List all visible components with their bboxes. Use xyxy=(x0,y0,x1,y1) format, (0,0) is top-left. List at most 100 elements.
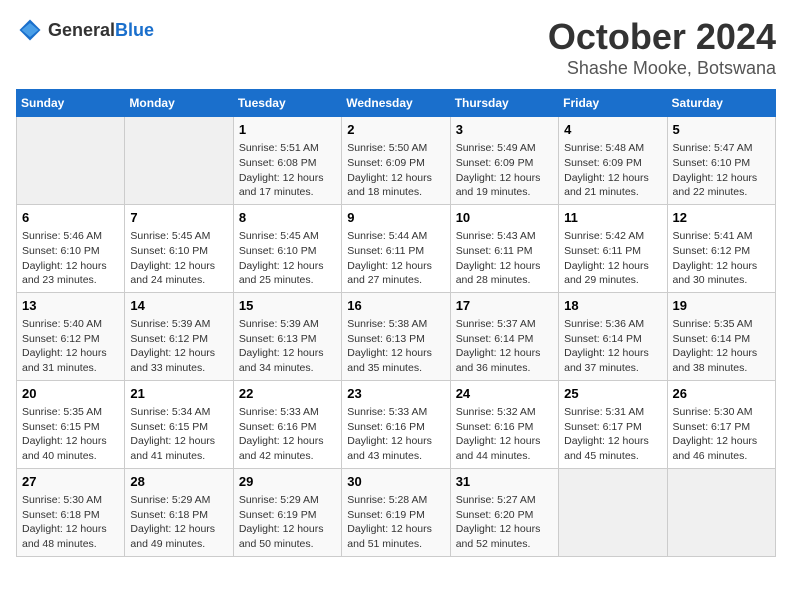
day-info: Sunrise: 5:30 AM Sunset: 6:17 PM Dayligh… xyxy=(673,405,770,464)
day-info: Sunrise: 5:31 AM Sunset: 6:17 PM Dayligh… xyxy=(564,405,661,464)
calendar-cell: 29 Sunrise: 5:29 AM Sunset: 6:19 PM Dayl… xyxy=(233,468,341,556)
day-number: 2 xyxy=(347,121,444,139)
calendar-cell: 25 Sunrise: 5:31 AM Sunset: 6:17 PM Dayl… xyxy=(559,380,667,468)
sunset-text: Sunset: 6:13 PM xyxy=(347,332,444,347)
calendar-cell: 21 Sunrise: 5:34 AM Sunset: 6:15 PM Dayl… xyxy=(125,380,233,468)
day-number: 14 xyxy=(130,297,227,315)
calendar-cell: 10 Sunrise: 5:43 AM Sunset: 6:11 PM Dayl… xyxy=(450,204,558,292)
sunrise-text: Sunrise: 5:30 AM xyxy=(673,405,770,420)
sunrise-text: Sunrise: 5:46 AM xyxy=(22,229,119,244)
day-number: 23 xyxy=(347,385,444,403)
sunset-text: Sunset: 6:17 PM xyxy=(564,420,661,435)
day-info: Sunrise: 5:50 AM Sunset: 6:09 PM Dayligh… xyxy=(347,141,444,200)
daylight-text: Daylight: 12 hours and 50 minutes. xyxy=(239,522,336,551)
day-info: Sunrise: 5:43 AM Sunset: 6:11 PM Dayligh… xyxy=(456,229,553,288)
calendar-cell xyxy=(667,468,775,556)
sunrise-text: Sunrise: 5:50 AM xyxy=(347,141,444,156)
day-info: Sunrise: 5:39 AM Sunset: 6:12 PM Dayligh… xyxy=(130,317,227,376)
sunset-text: Sunset: 6:11 PM xyxy=(456,244,553,259)
day-number: 6 xyxy=(22,209,119,227)
calendar-cell: 6 Sunrise: 5:46 AM Sunset: 6:10 PM Dayli… xyxy=(17,204,125,292)
sunrise-text: Sunrise: 5:36 AM xyxy=(564,317,661,332)
day-number: 24 xyxy=(456,385,553,403)
sunset-text: Sunset: 6:08 PM xyxy=(239,156,336,171)
day-number: 10 xyxy=(456,209,553,227)
logo: GeneralBlue xyxy=(16,16,154,44)
sunrise-text: Sunrise: 5:39 AM xyxy=(239,317,336,332)
day-info: Sunrise: 5:39 AM Sunset: 6:13 PM Dayligh… xyxy=(239,317,336,376)
day-info: Sunrise: 5:34 AM Sunset: 6:15 PM Dayligh… xyxy=(130,405,227,464)
sunrise-text: Sunrise: 5:29 AM xyxy=(239,493,336,508)
sunrise-text: Sunrise: 5:32 AM xyxy=(456,405,553,420)
sunset-text: Sunset: 6:16 PM xyxy=(456,420,553,435)
daylight-text: Daylight: 12 hours and 28 minutes. xyxy=(456,259,553,288)
day-info: Sunrise: 5:47 AM Sunset: 6:10 PM Dayligh… xyxy=(673,141,770,200)
day-number: 22 xyxy=(239,385,336,403)
calendar-cell xyxy=(125,117,233,205)
sunrise-text: Sunrise: 5:33 AM xyxy=(239,405,336,420)
sunset-text: Sunset: 6:09 PM xyxy=(456,156,553,171)
day-info: Sunrise: 5:49 AM Sunset: 6:09 PM Dayligh… xyxy=(456,141,553,200)
day-info: Sunrise: 5:30 AM Sunset: 6:18 PM Dayligh… xyxy=(22,493,119,552)
sunset-text: Sunset: 6:12 PM xyxy=(673,244,770,259)
header-saturday: Saturday xyxy=(667,90,775,117)
calendar-cell: 26 Sunrise: 5:30 AM Sunset: 6:17 PM Dayl… xyxy=(667,380,775,468)
calendar-week-4: 20 Sunrise: 5:35 AM Sunset: 6:15 PM Dayl… xyxy=(17,380,776,468)
sunrise-text: Sunrise: 5:35 AM xyxy=(22,405,119,420)
sunset-text: Sunset: 6:10 PM xyxy=(239,244,336,259)
header-monday: Monday xyxy=(125,90,233,117)
day-number: 27 xyxy=(22,473,119,491)
day-info: Sunrise: 5:51 AM Sunset: 6:08 PM Dayligh… xyxy=(239,141,336,200)
sunset-text: Sunset: 6:10 PM xyxy=(22,244,119,259)
day-info: Sunrise: 5:44 AM Sunset: 6:11 PM Dayligh… xyxy=(347,229,444,288)
calendar-cell: 3 Sunrise: 5:49 AM Sunset: 6:09 PM Dayli… xyxy=(450,117,558,205)
logo-blue: Blue xyxy=(115,20,154,40)
day-number: 30 xyxy=(347,473,444,491)
day-info: Sunrise: 5:33 AM Sunset: 6:16 PM Dayligh… xyxy=(347,405,444,464)
sunset-text: Sunset: 6:16 PM xyxy=(239,420,336,435)
day-info: Sunrise: 5:45 AM Sunset: 6:10 PM Dayligh… xyxy=(239,229,336,288)
calendar-cell: 5 Sunrise: 5:47 AM Sunset: 6:10 PM Dayli… xyxy=(667,117,775,205)
sunrise-text: Sunrise: 5:28 AM xyxy=(347,493,444,508)
calendar-cell: 9 Sunrise: 5:44 AM Sunset: 6:11 PM Dayli… xyxy=(342,204,450,292)
day-info: Sunrise: 5:32 AM Sunset: 6:16 PM Dayligh… xyxy=(456,405,553,464)
day-number: 9 xyxy=(347,209,444,227)
title-block: October 2024 Shashe Mooke, Botswana xyxy=(548,16,776,79)
daylight-text: Daylight: 12 hours and 44 minutes. xyxy=(456,434,553,463)
day-info: Sunrise: 5:37 AM Sunset: 6:14 PM Dayligh… xyxy=(456,317,553,376)
day-number: 20 xyxy=(22,385,119,403)
daylight-text: Daylight: 12 hours and 46 minutes. xyxy=(673,434,770,463)
day-info: Sunrise: 5:27 AM Sunset: 6:20 PM Dayligh… xyxy=(456,493,553,552)
day-number: 17 xyxy=(456,297,553,315)
daylight-text: Daylight: 12 hours and 31 minutes. xyxy=(22,346,119,375)
day-info: Sunrise: 5:36 AM Sunset: 6:14 PM Dayligh… xyxy=(564,317,661,376)
sunrise-text: Sunrise: 5:43 AM xyxy=(456,229,553,244)
header-tuesday: Tuesday xyxy=(233,90,341,117)
calendar-cell: 24 Sunrise: 5:32 AM Sunset: 6:16 PM Dayl… xyxy=(450,380,558,468)
sunset-text: Sunset: 6:14 PM xyxy=(673,332,770,347)
calendar-cell: 14 Sunrise: 5:39 AM Sunset: 6:12 PM Dayl… xyxy=(125,292,233,380)
calendar-cell: 11 Sunrise: 5:42 AM Sunset: 6:11 PM Dayl… xyxy=(559,204,667,292)
calendar-cell: 17 Sunrise: 5:37 AM Sunset: 6:14 PM Dayl… xyxy=(450,292,558,380)
daylight-text: Daylight: 12 hours and 42 minutes. xyxy=(239,434,336,463)
daylight-text: Daylight: 12 hours and 34 minutes. xyxy=(239,346,336,375)
sunset-text: Sunset: 6:10 PM xyxy=(673,156,770,171)
calendar-cell: 13 Sunrise: 5:40 AM Sunset: 6:12 PM Dayl… xyxy=(17,292,125,380)
day-number: 13 xyxy=(22,297,119,315)
sunset-text: Sunset: 6:13 PM xyxy=(239,332,336,347)
sunrise-text: Sunrise: 5:40 AM xyxy=(22,317,119,332)
day-number: 12 xyxy=(673,209,770,227)
daylight-text: Daylight: 12 hours and 37 minutes. xyxy=(564,346,661,375)
daylight-text: Daylight: 12 hours and 19 minutes. xyxy=(456,171,553,200)
sunset-text: Sunset: 6:12 PM xyxy=(130,332,227,347)
logo-icon xyxy=(16,16,44,44)
sunset-text: Sunset: 6:14 PM xyxy=(456,332,553,347)
daylight-text: Daylight: 12 hours and 52 minutes. xyxy=(456,522,553,551)
sunrise-text: Sunrise: 5:45 AM xyxy=(239,229,336,244)
daylight-text: Daylight: 12 hours and 49 minutes. xyxy=(130,522,227,551)
calendar-body: 1 Sunrise: 5:51 AM Sunset: 6:08 PM Dayli… xyxy=(17,117,776,557)
sunrise-text: Sunrise: 5:31 AM xyxy=(564,405,661,420)
day-info: Sunrise: 5:35 AM Sunset: 6:14 PM Dayligh… xyxy=(673,317,770,376)
day-number: 25 xyxy=(564,385,661,403)
sunrise-text: Sunrise: 5:27 AM xyxy=(456,493,553,508)
